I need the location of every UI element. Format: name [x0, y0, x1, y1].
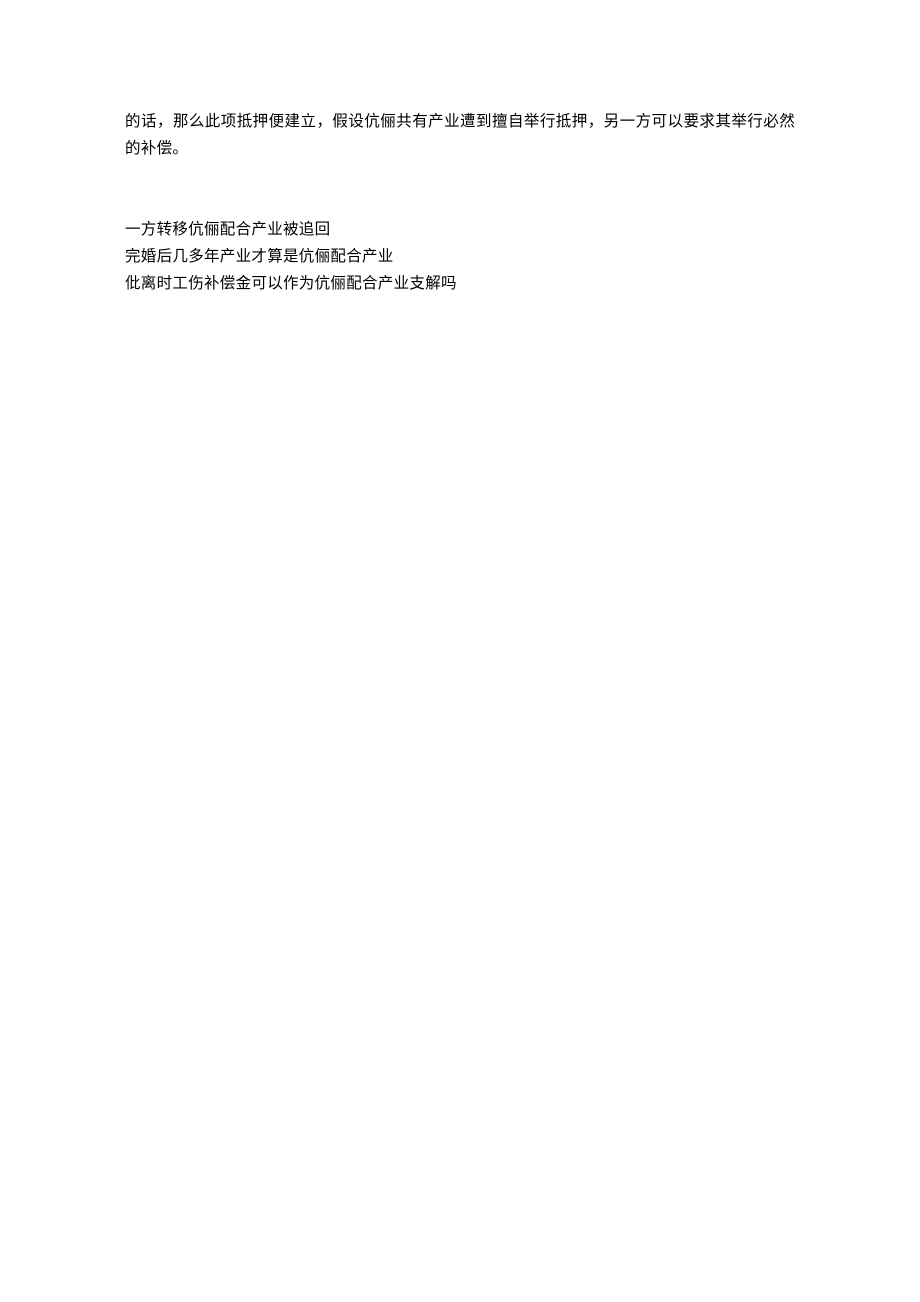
related-link-item: 完婚后几多年产业才算是伉俪配合产业: [125, 243, 795, 270]
related-link-item: 仳离时工伤补偿金可以作为伉俪配合产业支解吗: [125, 270, 795, 297]
related-link-item: 一方转移伉俪配合产业被追回: [125, 216, 795, 243]
body-paragraph: 的话，那么此项抵押便建立，假设伉俪共有产业遭到擅自举行抵押，另一方可以要求其举行…: [125, 108, 795, 162]
document-page: 的话，那么此项抵押便建立，假设伉俪共有产业遭到擅自举行抵押，另一方可以要求其举行…: [0, 0, 920, 297]
related-links-list: 一方转移伉俪配合产业被追回 完婚后几多年产业才算是伉俪配合产业 仳离时工伤补偿金…: [125, 216, 795, 297]
